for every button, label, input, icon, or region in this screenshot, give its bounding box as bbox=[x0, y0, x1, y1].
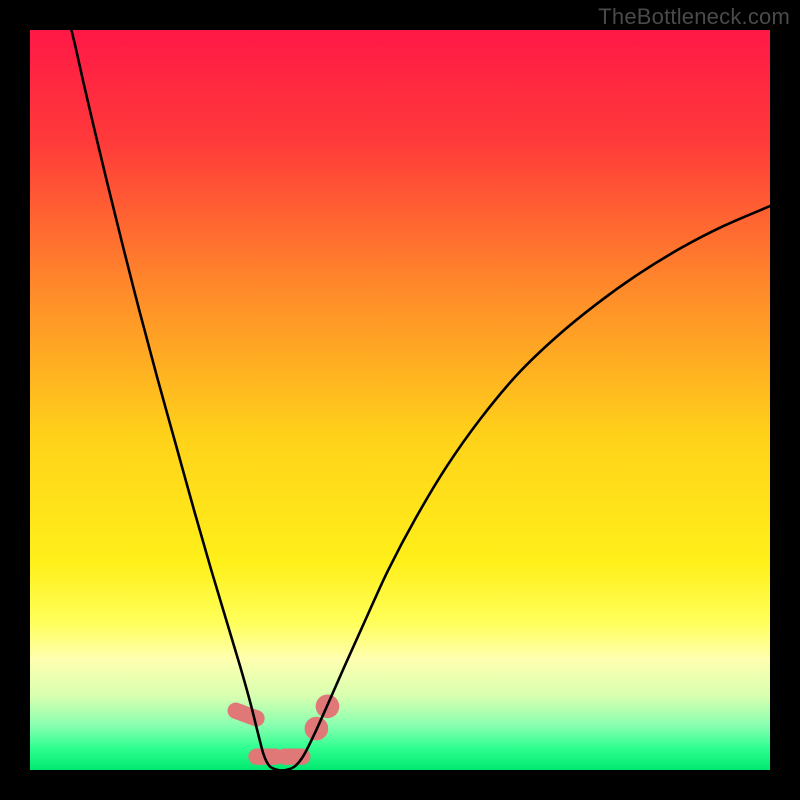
watermark-text: TheBottleneck.com bbox=[598, 4, 790, 30]
plot-area bbox=[30, 30, 770, 770]
marker-capsule bbox=[225, 700, 267, 728]
curve-layer bbox=[30, 30, 770, 770]
marker-group bbox=[225, 695, 339, 765]
chart-container: TheBottleneck.com bbox=[0, 0, 800, 800]
bottleneck-curve bbox=[71, 30, 770, 770]
